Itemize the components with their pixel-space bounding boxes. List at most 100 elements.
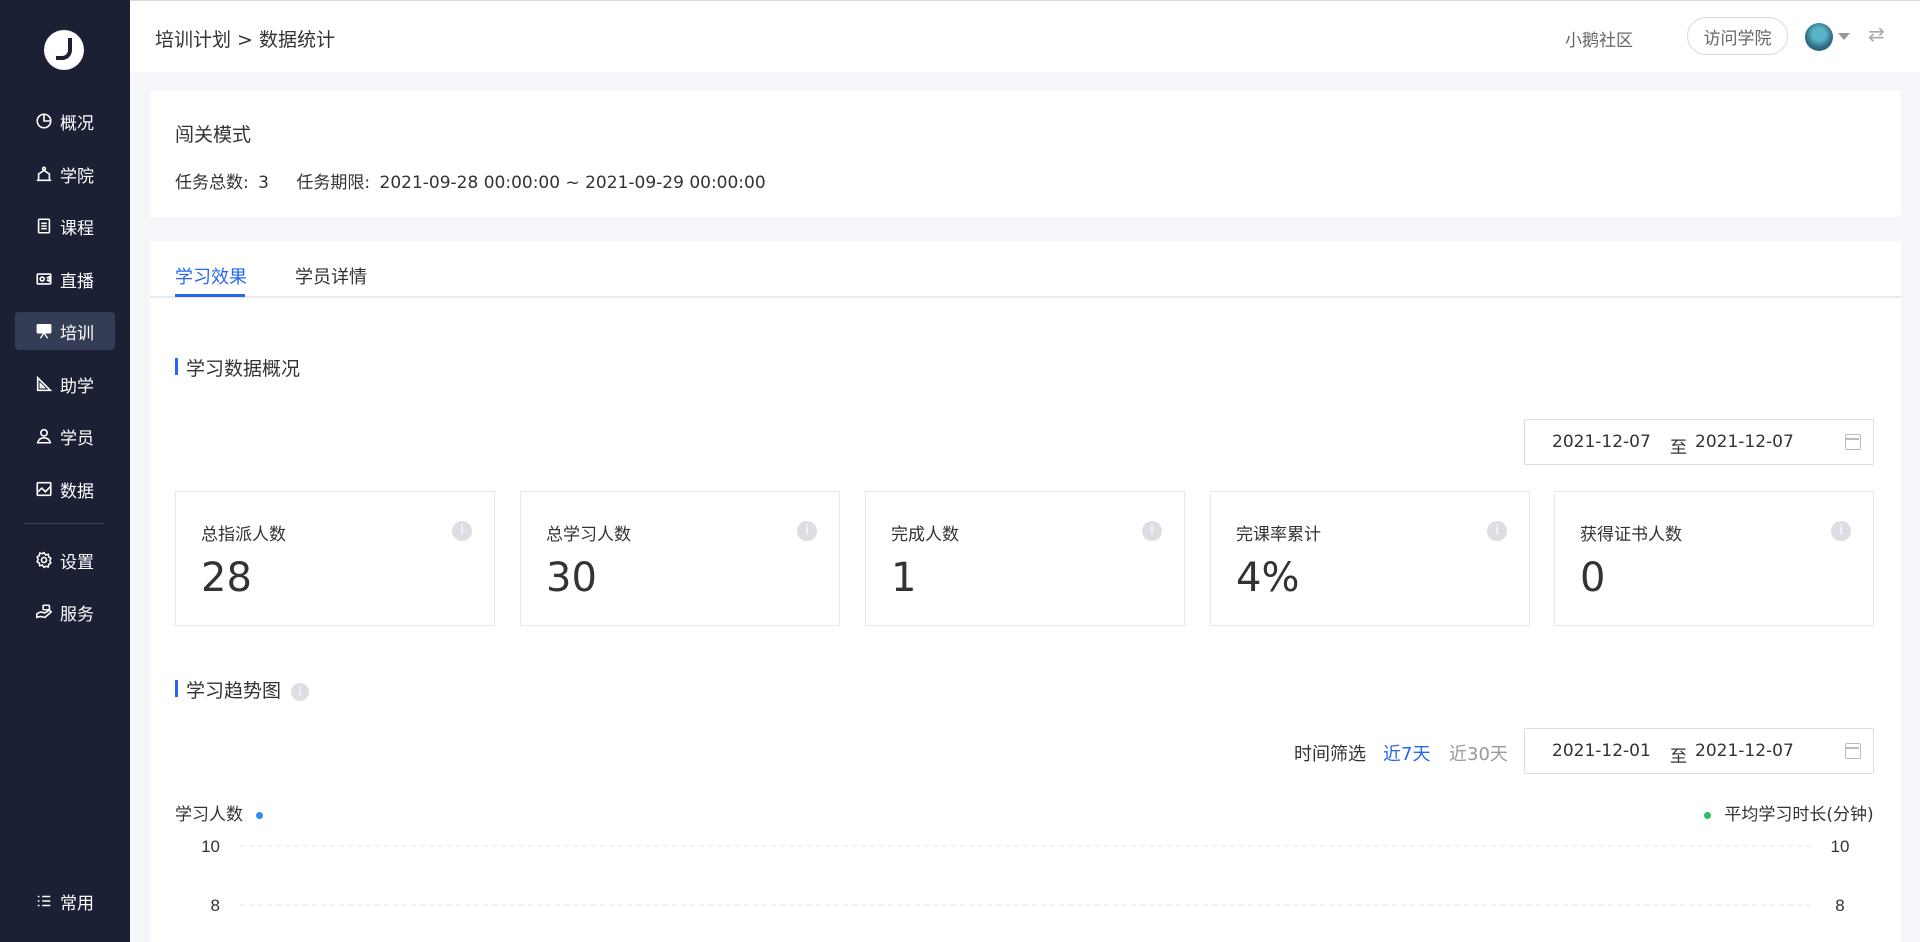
sidebar-item-label: 学员 bbox=[60, 428, 94, 449]
sidebar-item-data[interactable]: 数据 bbox=[15, 470, 115, 508]
info-icon[interactable]: i bbox=[1487, 521, 1507, 541]
date-start[interactable]: 2021-12-01 bbox=[1552, 741, 1651, 761]
y-tick-left: 10 bbox=[201, 837, 220, 856]
info-icon[interactable]: i bbox=[1142, 521, 1162, 541]
filter-7-days[interactable]: 近7天 bbox=[1383, 740, 1430, 766]
user-icon bbox=[34, 426, 54, 446]
y-tick-right: 8 bbox=[1835, 896, 1844, 915]
task-meta: 任务总数: 3 任务期限: 2021-09-28 00:00:00 ~ 2021… bbox=[175, 168, 770, 193]
sidebar-item-course[interactable]: 课程 bbox=[15, 207, 115, 245]
sidebar-item-label: 学院 bbox=[60, 166, 94, 187]
sidebar-item-label: 数据 bbox=[60, 481, 94, 502]
legend-dot-blue bbox=[256, 811, 264, 819]
task-period-value: 2021-09-28 00:00:00 ~ 2021-09-29 00:00:0… bbox=[379, 173, 766, 193]
sidebar: 概况 学院 课程 直播 培训 助学 学员 数据 设置 服务 常用 bbox=[0, 0, 130, 942]
chart-left-legend: 学习人数 bbox=[175, 800, 264, 825]
date-end[interactable]: 2021-12-07 bbox=[1695, 432, 1794, 452]
time-filter-label: 时间筛选 bbox=[1294, 744, 1366, 765]
tab-underline bbox=[175, 294, 245, 297]
stat-label: 完课率累计 bbox=[1236, 525, 1321, 545]
list-icon bbox=[34, 891, 54, 911]
switch-icon[interactable]: ⇄ bbox=[1868, 23, 1890, 45]
right-axis-label: 平均学习时长(分钟) bbox=[1724, 805, 1874, 825]
sidebar-item-label: 常用 bbox=[60, 893, 94, 914]
academy-icon bbox=[34, 164, 54, 184]
info-icon[interactable]: i bbox=[291, 682, 310, 701]
chart-right-legend: 平均学习时长(分钟) bbox=[1704, 800, 1874, 825]
sidebar-item-common[interactable]: 常用 bbox=[15, 882, 115, 920]
avatar[interactable] bbox=[1805, 23, 1833, 51]
info-icon[interactable]: i bbox=[452, 521, 472, 541]
top-header: 培训计划 > 数据统计 小鹅社区 访问学院 ⇄ bbox=[130, 0, 1920, 72]
sidebar-item-live[interactable]: 直播 bbox=[15, 260, 115, 298]
y-tick-right: 10 bbox=[1831, 837, 1850, 856]
legend-dot-green bbox=[1704, 811, 1711, 819]
visit-academy-button[interactable]: 访问学院 bbox=[1687, 17, 1788, 55]
tab-learning-effect[interactable]: 学习效果 bbox=[175, 263, 247, 289]
tab-bar: 学习效果 学员详情 bbox=[150, 241, 1901, 298]
live-icon bbox=[34, 269, 54, 289]
sidebar-item-training[interactable]: 培训 bbox=[15, 312, 115, 350]
stat-value: 28 bbox=[201, 555, 252, 601]
stat-label: 总指派人数 bbox=[201, 525, 286, 545]
stat-card-completed: 完成人数 1 i bbox=[865, 491, 1185, 626]
y-tick-left: 8 bbox=[211, 896, 220, 915]
date-end[interactable]: 2021-12-07 bbox=[1695, 741, 1794, 761]
trend-date-range[interactable]: 2021-12-01 至 2021-12-07 bbox=[1524, 728, 1874, 774]
stat-value: 1 bbox=[891, 555, 917, 601]
stat-card-assigned: 总指派人数 28 i bbox=[175, 491, 495, 626]
stat-value: 30 bbox=[546, 555, 597, 601]
sidebar-divider bbox=[24, 523, 104, 524]
trend-chart: 10 10 8 8 bbox=[201, 837, 1850, 915]
breadcrumb[interactable]: 培训计划 > 数据统计 bbox=[155, 25, 335, 52]
stat-label: 完成人数 bbox=[891, 525, 959, 545]
stat-card-learners: 总学习人数 30 i bbox=[520, 491, 840, 626]
stat-label: 总学习人数 bbox=[546, 525, 631, 545]
training-icon bbox=[34, 321, 54, 341]
trend-title-text: 学习趋势图 bbox=[186, 680, 282, 702]
overview-section-title: 学习数据概况 bbox=[175, 354, 300, 381]
filter-30-days[interactable]: 近30天 bbox=[1449, 740, 1508, 766]
date-separator: 至 bbox=[1670, 438, 1687, 458]
sidebar-item-academy[interactable]: 学院 bbox=[15, 155, 115, 193]
chevron-down-icon[interactable] bbox=[1838, 33, 1850, 40]
course-icon bbox=[34, 216, 54, 236]
sidebar-item-label: 课程 bbox=[60, 218, 94, 239]
overview-date-range[interactable]: 2021-12-07 至 2021-12-07 bbox=[1524, 419, 1874, 465]
date-start[interactable]: 2021-12-07 bbox=[1552, 432, 1651, 452]
task-total-value: 3 bbox=[258, 173, 269, 193]
sidebar-item-students[interactable]: 学员 bbox=[15, 417, 115, 455]
date-separator: 至 bbox=[1670, 747, 1687, 767]
data-icon bbox=[34, 479, 54, 499]
pie-chart-icon bbox=[34, 111, 54, 131]
task-total-label: 任务总数: bbox=[175, 173, 249, 193]
info-icon[interactable]: i bbox=[797, 521, 817, 541]
sidebar-item-assist[interactable]: 助学 bbox=[15, 365, 115, 403]
sidebar-item-service[interactable]: 服务 bbox=[15, 593, 115, 631]
sidebar-item-label: 设置 bbox=[60, 552, 94, 573]
service-icon bbox=[34, 602, 54, 622]
gear-icon bbox=[34, 550, 54, 570]
main-content: 学习效果 学员详情 学习数据概况 2021-12-07 至 2021-12-07… bbox=[150, 241, 1901, 942]
stat-label: 获得证书人数 bbox=[1580, 525, 1682, 545]
calendar-icon[interactable] bbox=[1845, 743, 1861, 759]
stat-card-completion-rate: 完课率累计 4% i bbox=[1210, 491, 1530, 626]
sidebar-item-overview[interactable]: 概况 bbox=[15, 102, 115, 140]
sidebar-item-label: 培训 bbox=[60, 323, 94, 344]
stat-value: 0 bbox=[1580, 555, 1606, 601]
sidebar-item-settings[interactable]: 设置 bbox=[15, 541, 115, 579]
logo[interactable] bbox=[44, 30, 84, 70]
trend-section-title: 学习趋势图 i bbox=[175, 676, 310, 703]
task-info-panel: 闯关模式 任务总数: 3 任务期限: 2021-09-28 00:00:00 ~… bbox=[150, 91, 1901, 217]
tab-student-details[interactable]: 学员详情 bbox=[295, 263, 367, 289]
calendar-icon[interactable] bbox=[1845, 434, 1861, 450]
task-mode-title: 闯关模式 bbox=[175, 124, 252, 146]
sidebar-item-label: 概况 bbox=[60, 113, 94, 134]
sidebar-item-label: 服务 bbox=[60, 604, 94, 625]
info-icon[interactable]: i bbox=[1831, 521, 1851, 541]
sidebar-item-label: 直播 bbox=[60, 271, 94, 292]
community-link[interactable]: 小鹅社区 bbox=[1565, 26, 1633, 51]
sidebar-item-label: 助学 bbox=[60, 376, 94, 397]
task-period-label: 任务期限: bbox=[296, 173, 371, 193]
assist-icon bbox=[34, 374, 54, 394]
